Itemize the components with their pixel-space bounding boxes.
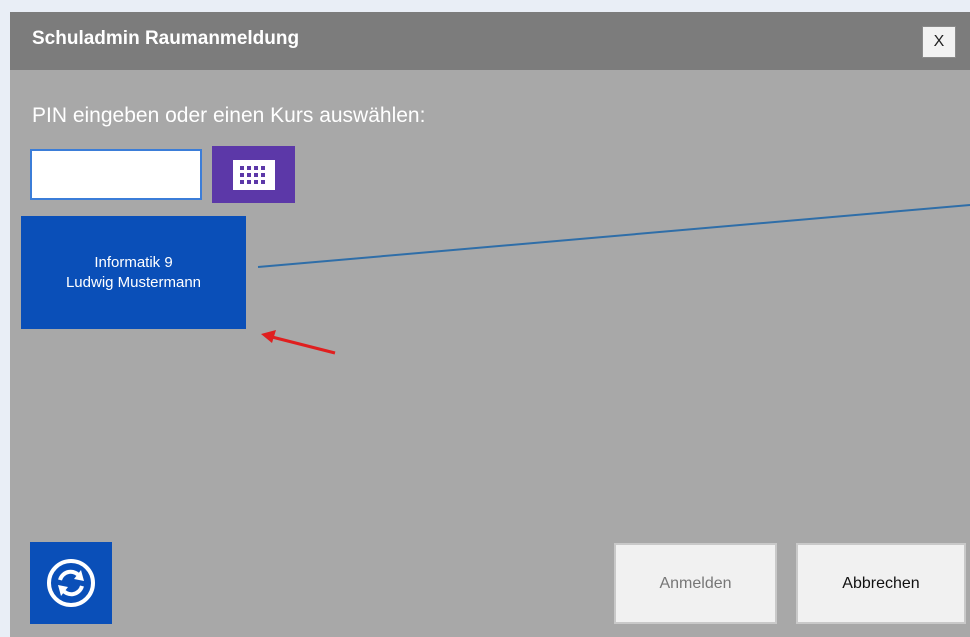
annotation-overlay [257, 204, 970, 355]
annotation-arrow [261, 330, 336, 355]
callout-line [257, 204, 970, 268]
